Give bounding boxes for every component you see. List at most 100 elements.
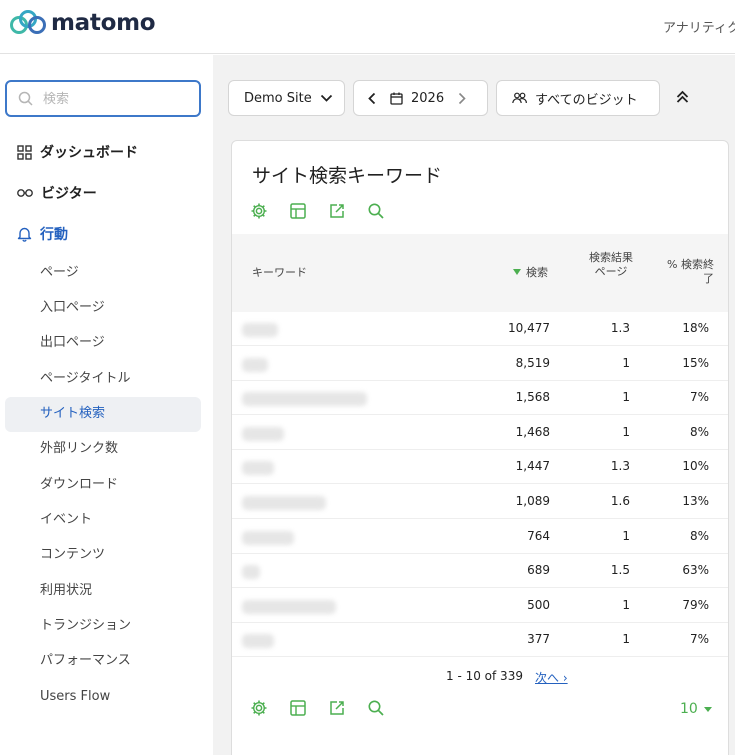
bell-icon xyxy=(17,227,32,242)
report-toolbar-bottom xyxy=(250,699,406,717)
sidebar-item-entry-pages[interactable]: 入口ページ xyxy=(40,298,105,318)
sidebar-item-contents[interactable]: コンテンツ xyxy=(40,545,105,565)
column-header-exit-rate[interactable]: % 検索終了 xyxy=(664,258,714,286)
sidebar-item-users-flow[interactable]: Users Flow xyxy=(40,687,110,707)
segment-selector[interactable]: すべてのビジット xyxy=(496,80,660,116)
exit-rate-cell: 8% xyxy=(689,528,709,543)
pages-per-search-cell: 1.5 xyxy=(610,563,630,578)
matomo-logo[interactable]: matomo xyxy=(10,10,156,36)
site-selector-label: Demo Site xyxy=(244,90,312,106)
sidebar-item-transitions[interactable]: トランジション xyxy=(40,616,131,636)
sidebar-category-label: 行動 xyxy=(40,227,68,243)
keyword-cell-redacted xyxy=(242,496,326,510)
sidebar-item-site-search[interactable]: サイト検索 xyxy=(40,404,105,424)
keyword-cell-redacted xyxy=(242,357,268,372)
table-view-icon[interactable] xyxy=(289,699,307,717)
keyword-cell-redacted xyxy=(242,565,260,580)
export-icon[interactable] xyxy=(328,202,346,220)
sort-desc-icon xyxy=(513,269,521,275)
table-row[interactable]: 689 1.5 63% xyxy=(232,554,728,589)
chevron-left-icon[interactable] xyxy=(368,92,376,105)
settings-gear-icon[interactable] xyxy=(250,202,268,220)
table-row[interactable]: 500 1 79% xyxy=(232,589,728,623)
searches-cell: 10,477 xyxy=(508,321,550,335)
site-selector[interactable]: Demo Site xyxy=(228,80,345,116)
exit-rate-cell: 7% xyxy=(689,390,709,405)
main-content: Demo Site 2026 すべてのビジット サイト検索キーワード キーワード… xyxy=(213,55,735,755)
collapse-up-icon[interactable] xyxy=(676,90,689,104)
exit-rate-cell: 18% xyxy=(682,321,709,335)
chevron-down-icon xyxy=(320,94,332,102)
searches-cell: 8,519 xyxy=(515,355,550,370)
settings-gear-icon[interactable] xyxy=(250,699,268,717)
sidebar-category-dashboard[interactable]: ダッシュボード xyxy=(17,141,138,163)
search-icon[interactable] xyxy=(367,699,385,717)
table-view-icon[interactable] xyxy=(289,202,307,220)
sidebar-item-outlinks[interactable]: 外部リンク数 xyxy=(40,439,118,459)
chevron-right-icon[interactable] xyxy=(458,92,466,105)
export-icon[interactable] xyxy=(328,699,346,717)
column-header-keyword[interactable]: キーワード xyxy=(252,266,307,280)
dashboard-grid-icon xyxy=(17,144,32,160)
sidebar-item-engagement[interactable]: 利用状況 xyxy=(40,581,92,601)
matomo-logo-icon xyxy=(10,10,46,34)
top-nav-analytics[interactable]: アナリティク xyxy=(663,17,735,36)
row-limit-selector[interactable]: 10 xyxy=(680,701,712,717)
pages-per-search-cell: 1.6 xyxy=(610,494,630,508)
table-header: キーワード 検索 検索結果ページ % 検索終了 xyxy=(232,234,728,312)
pagination-next-link[interactable]: 次へ › xyxy=(535,669,568,686)
table-row[interactable]: 1,089 1.6 13% xyxy=(232,485,728,519)
sidebar-item-page-titles[interactable]: ページタイトル xyxy=(40,369,130,389)
pages-per-search-cell: 1 xyxy=(622,528,630,543)
sidebar-item-pages[interactable]: ページ xyxy=(40,263,79,283)
searches-cell: 764 xyxy=(527,528,550,543)
column-header-searches[interactable]: 検索 xyxy=(513,266,600,280)
report-toolbar-top xyxy=(250,202,406,220)
top-bar: matomo アナリティク xyxy=(0,0,735,54)
logo-text: matomo xyxy=(51,10,156,36)
sidebar-category-visitors[interactable]: ビジター xyxy=(17,182,97,204)
exit-rate-cell: 7% xyxy=(689,632,709,647)
table-row[interactable]: 1,468 1 8% xyxy=(232,416,728,450)
sidebar-category-label: ダッシュボード xyxy=(40,145,138,161)
searches-cell: 1,468 xyxy=(515,424,550,439)
table-row[interactable]: 8,519 1 15% xyxy=(232,347,728,381)
sidebar-category-behaviour[interactable]: 行動 xyxy=(17,223,68,245)
column-header-pages-per-search[interactable]: 検索結果ページ xyxy=(588,251,634,279)
calendar-icon xyxy=(390,92,403,105)
searches-cell: 377 xyxy=(527,632,550,647)
report-card: サイト検索キーワード キーワード 検索 検索結果ページ % 検索終了 10,47… xyxy=(231,140,729,755)
sidebar-item-events[interactable]: イベント xyxy=(40,510,92,530)
exit-rate-cell: 10% xyxy=(682,459,709,474)
sidebar-item-downloads[interactable]: ダウンロード xyxy=(40,475,118,495)
table-row[interactable]: 10,477 1.3 18% xyxy=(232,312,728,346)
keyword-cell-redacted xyxy=(242,323,278,337)
pages-per-search-cell: 1 xyxy=(622,597,630,612)
period-selector[interactable]: 2026 xyxy=(353,80,488,116)
sidebar-item-exit-pages[interactable]: 出口ページ xyxy=(40,333,105,353)
pages-per-search-cell: 1 xyxy=(622,390,630,405)
caret-down-icon xyxy=(703,706,712,712)
search-icon xyxy=(18,91,33,106)
report-title: サイト検索キーワード xyxy=(252,165,443,187)
searches-cell: 1,447 xyxy=(515,459,550,474)
row-limit-value: 10 xyxy=(680,701,698,717)
keyword-cell-redacted xyxy=(242,461,274,476)
column-header-searches-label: 検索 xyxy=(526,266,548,279)
sidebar-search-input[interactable] xyxy=(43,89,193,109)
sidebar-search[interactable] xyxy=(5,80,201,117)
table-row[interactable]: 377 1 7% xyxy=(232,623,728,658)
sidebar-item-performance[interactable]: パフォーマンス xyxy=(40,651,131,671)
search-icon[interactable] xyxy=(367,202,385,220)
glasses-icon xyxy=(17,189,33,197)
pagination-range: 1 - 10 of 339 xyxy=(446,669,523,683)
pages-per-search-cell: 1 xyxy=(622,632,630,647)
searches-cell: 1,089 xyxy=(515,494,550,508)
table-row[interactable]: 1,447 1.3 10% xyxy=(232,450,728,485)
table-row[interactable]: 1,568 1 7% xyxy=(232,381,728,416)
keyword-cell-redacted xyxy=(242,426,284,441)
table-row[interactable]: 764 1 8% xyxy=(232,520,728,554)
users-icon xyxy=(512,92,527,104)
exit-rate-cell: 8% xyxy=(689,424,709,439)
keyword-cell-redacted xyxy=(242,634,274,649)
